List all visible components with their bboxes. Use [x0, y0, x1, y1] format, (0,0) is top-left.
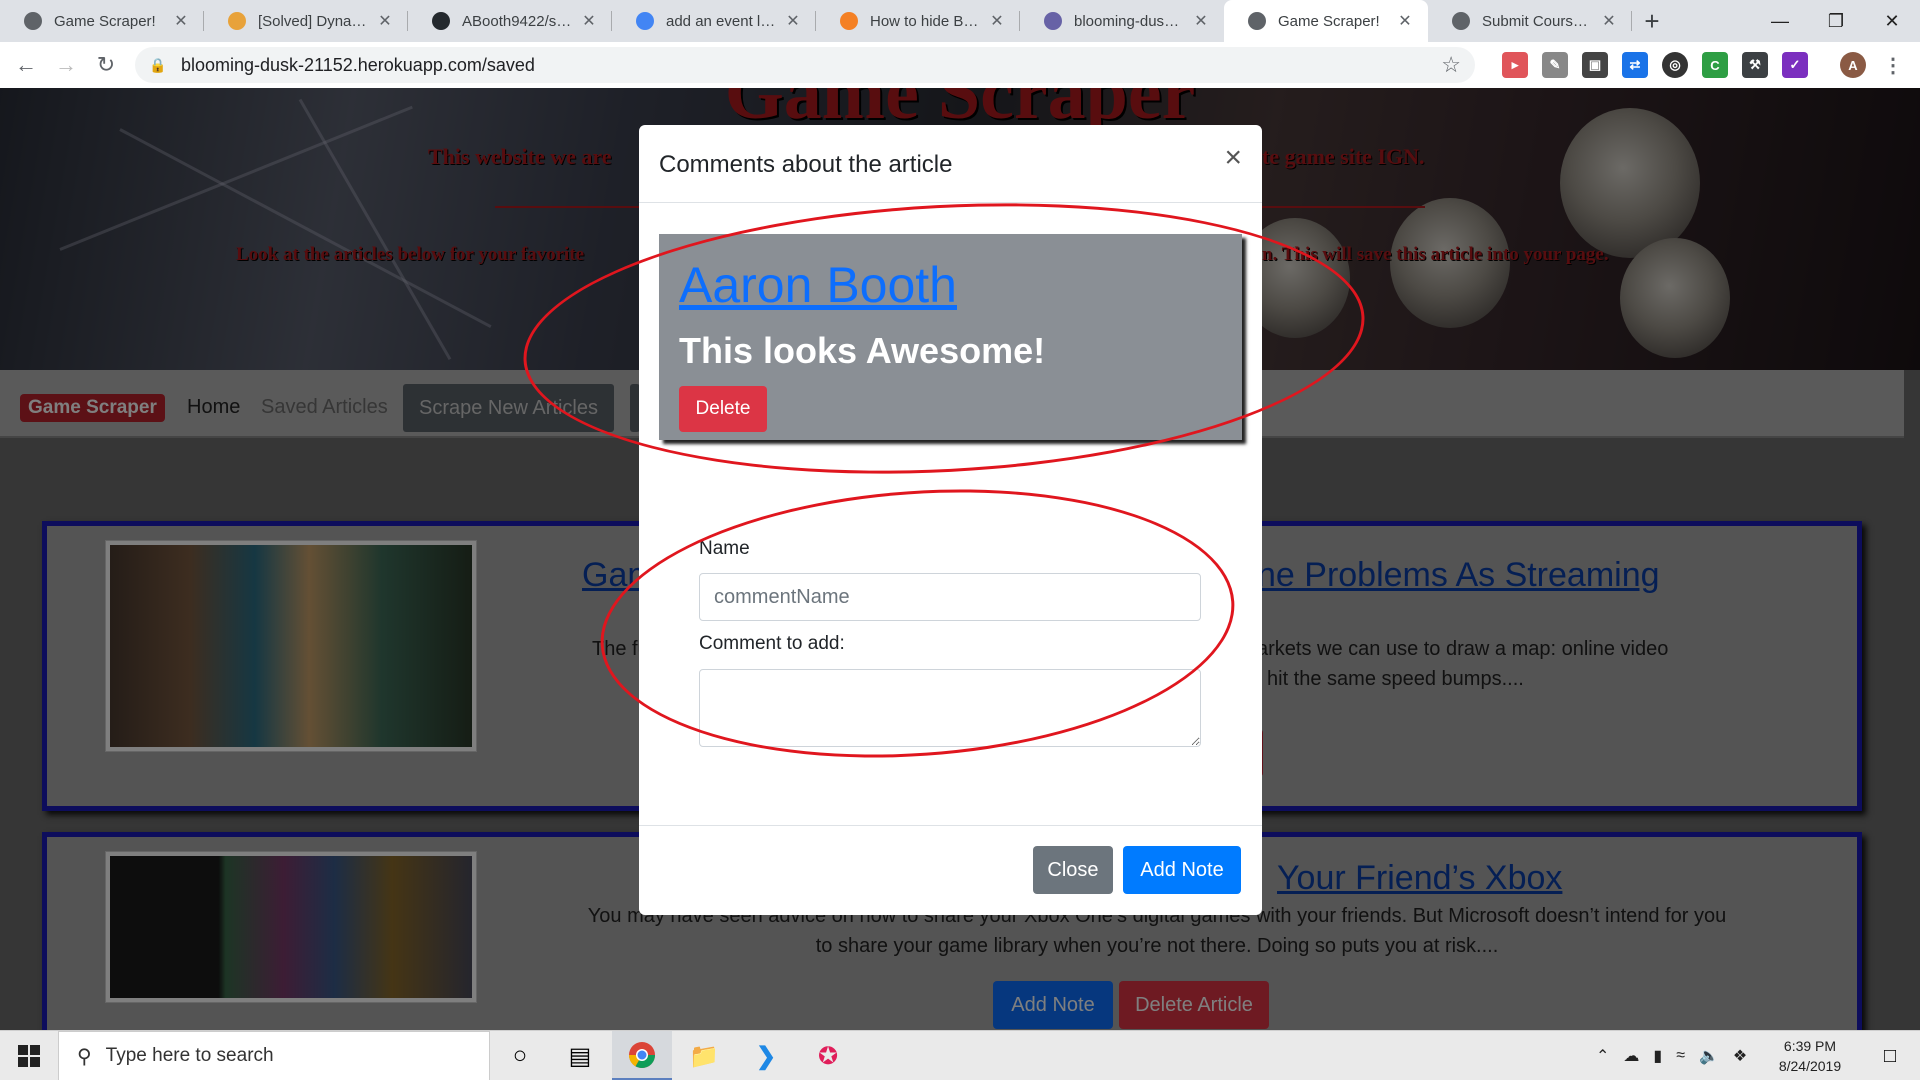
browser-menu-icon[interactable]: ⋮: [1880, 52, 1906, 78]
tab-separator: [1631, 11, 1632, 31]
comments-modal: Comments about the article × Aaron Booth…: [639, 125, 1262, 915]
taskbar-search-box[interactable]: ⚲ Type here to search: [58, 1031, 490, 1080]
extension-icon-2[interactable]: ✎: [1542, 52, 1568, 78]
google-icon: [636, 12, 654, 30]
chevron-up-icon[interactable]: ⌃: [1596, 1046, 1609, 1066]
globe-icon: [1452, 12, 1470, 30]
tab-title: Game Scraper!: [1278, 12, 1380, 30]
onedrive-icon[interactable]: ☁: [1623, 1046, 1639, 1066]
url-text: blooming-dusk-21152.herokuapp.com/saved: [181, 54, 535, 75]
back-button[interactable]: ←: [6, 45, 46, 85]
search-icon: ⚲: [77, 1045, 92, 1068]
profile-initial: A: [1848, 57, 1858, 73]
notification-center-icon[interactable]: □: [1860, 1031, 1920, 1080]
extension-icon-1[interactable]: ▸: [1502, 52, 1528, 78]
slack-icon[interactable]: ✪: [798, 1031, 858, 1080]
tab-close-icon[interactable]: ✕: [376, 11, 394, 31]
heroku-icon: [1044, 12, 1062, 30]
maximize-button[interactable]: ❐: [1808, 0, 1864, 42]
start-button[interactable]: [0, 1031, 58, 1080]
file-explorer-icon[interactable]: 📁: [674, 1031, 734, 1080]
add-note-submit-button[interactable]: Add Note: [1123, 846, 1241, 894]
windows-logo-icon: [18, 1045, 40, 1067]
dropbox-icon[interactable]: ❖: [1733, 1046, 1747, 1066]
clock-time: 6:39 PM: [1783, 1038, 1837, 1054]
minimize-button[interactable]: —: [1752, 0, 1808, 42]
arrow-left-icon: ←: [15, 52, 37, 77]
tab-title: Submit Coursework: [1482, 12, 1594, 30]
browser-tab[interactable]: [Solved] Dynamic Bootstrap... ✕: [204, 0, 408, 42]
comment-text: This looks Awesome!: [679, 330, 1046, 371]
address-bar[interactable]: 🔒 blooming-dusk-21152.herokuapp.com/save…: [135, 47, 1475, 83]
name-label: Name: [699, 538, 750, 559]
chrome-icon: [628, 1041, 656, 1068]
window-close-button[interactable]: ✕: [1864, 0, 1920, 42]
browser-tab[interactable]: blooming-dusk-21152 ✕: [1020, 0, 1224, 42]
chrome-taskbar-icon[interactable]: [612, 1031, 672, 1080]
lock-icon: 🔒: [149, 56, 167, 73]
stackoverflow-icon: [840, 12, 858, 30]
cors-extension-icon[interactable]: C: [1702, 52, 1728, 78]
browser-tab[interactable]: Game Scraper! ✕: [0, 0, 204, 42]
arrows-extension-icon[interactable]: ⇄: [1622, 52, 1648, 78]
tab-close-icon[interactable]: ✕: [1192, 11, 1210, 31]
circle-extension-icon[interactable]: ◎: [1662, 52, 1688, 78]
system-tray: ⌃ ☁ ▮ ≈ 🔈 ❖: [1596, 1031, 1747, 1080]
tab-title: [Solved] Dynamic Bootstrap...: [258, 12, 370, 30]
tab-title: add an event listener: [666, 12, 778, 30]
taskbar-clock[interactable]: 6:39 PM 8/24/2019: [1760, 1031, 1860, 1080]
taskbar-search-placeholder: Type here to search: [105, 1045, 274, 1066]
comment-textarea[interactable]: [699, 669, 1201, 747]
cortana-icon[interactable]: ○: [490, 1031, 550, 1080]
modal-close-button[interactable]: Close: [1033, 846, 1113, 894]
modal-close-x-button[interactable]: ×: [1224, 143, 1242, 173]
browser-tab-strip: Game Scraper!✕[Solved] Dynamic Bootstrap…: [0, 0, 1920, 42]
comment-name-input[interactable]: [699, 573, 1201, 621]
tab-close-icon[interactable]: ✕: [784, 11, 802, 31]
modal-title: Comments about the article: [659, 151, 953, 178]
tab-list: Game Scraper!✕[Solved] Dynamic Bootstrap…: [0, 0, 1632, 42]
reload-icon: ↻: [96, 52, 116, 77]
tab-title: blooming-dusk-21152: [1074, 12, 1186, 30]
tab-title: Game Scraper!: [54, 12, 156, 30]
screenshot-extension-icon[interactable]: ▣: [1582, 52, 1608, 78]
tab-close-icon[interactable]: ✕: [1396, 11, 1414, 31]
profile-avatar[interactable]: A: [1840, 52, 1866, 78]
arrow-right-icon: →: [55, 52, 77, 77]
tab-title: ABooth9422/scraper: [462, 12, 574, 30]
tab-close-icon[interactable]: ✕: [988, 11, 1006, 31]
github-icon: [432, 12, 450, 30]
tool-extension-icon[interactable]: ⚒: [1742, 52, 1768, 78]
windows-taskbar: ⚲ Type here to search ○ ▤ 📁 ❯ ✪ ⌃ ☁ ▮ ≈ …: [0, 1030, 1920, 1080]
hand-icon: [228, 12, 246, 30]
modal-header: Comments about the article ×: [639, 125, 1262, 203]
clock-date: 8/24/2019: [1778, 1058, 1842, 1074]
browser-tab[interactable]: How to hide Bootstrap ✕: [816, 0, 1020, 42]
globe-icon: [1248, 12, 1266, 30]
battery-icon[interactable]: ▮: [1653, 1046, 1662, 1066]
globe-icon: [24, 12, 42, 30]
delete-comment-button[interactable]: Delete: [679, 386, 767, 432]
comment-author-link[interactable]: Aaron Booth: [679, 256, 957, 314]
tab-close-icon[interactable]: ✕: [580, 11, 598, 31]
browser-tab[interactable]: Game Scraper! ✕: [1224, 0, 1428, 42]
tab-title: How to hide Bootstrap: [870, 12, 982, 30]
tab-close-icon[interactable]: ✕: [172, 11, 190, 31]
modal-footer: Close Add Note: [639, 825, 1262, 915]
task-view-icon[interactable]: ▤: [550, 1031, 610, 1080]
forward-button[interactable]: →: [46, 45, 86, 85]
volume-icon[interactable]: 🔈: [1699, 1046, 1719, 1066]
bookmark-star-icon[interactable]: ☆: [1441, 52, 1461, 78]
comment-card: Aaron Booth This looks Awesome! Delete: [659, 234, 1242, 440]
vscode-icon[interactable]: ❯: [736, 1031, 796, 1080]
browser-tab[interactable]: ABooth9422/scraper ✕: [408, 0, 612, 42]
wifi-icon[interactable]: ≈: [1676, 1047, 1685, 1065]
new-tab-button[interactable]: +: [1632, 0, 1672, 42]
reload-button[interactable]: ↻: [86, 45, 126, 85]
browser-tab[interactable]: Submit Coursework ✕: [1428, 0, 1632, 42]
browser-tab[interactable]: add an event listener ✕: [612, 0, 816, 42]
tab-close-icon[interactable]: ✕: [1600, 11, 1618, 31]
check-extension-icon[interactable]: ✓: [1782, 52, 1808, 78]
comment-label: Comment to add:: [699, 633, 845, 654]
